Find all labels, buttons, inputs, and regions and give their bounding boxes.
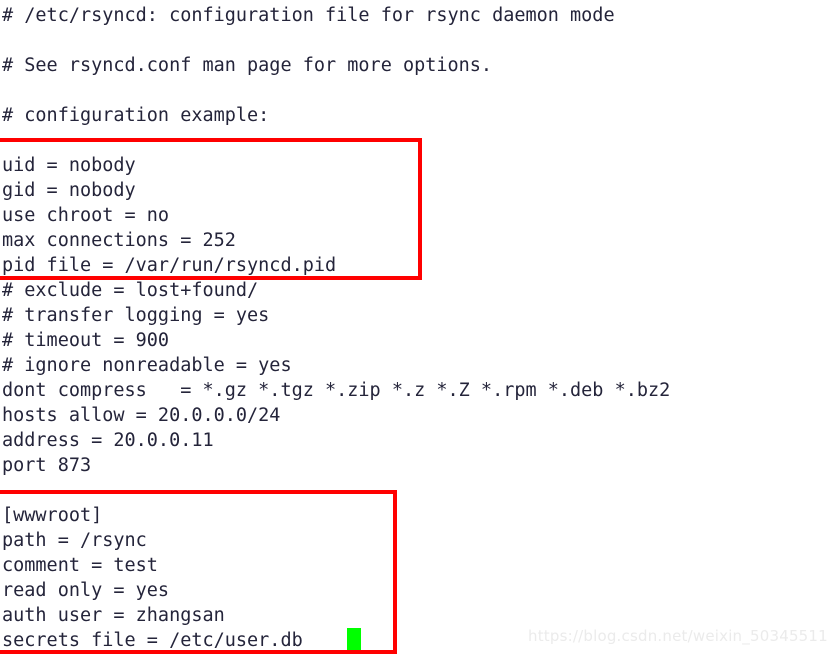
config-line: secrets file = /etc/user.db	[2, 630, 303, 651]
config-line: # ignore nonreadable = yes	[2, 355, 292, 376]
watermark-text: https://blog.csdn.net/weixin_50345511	[528, 627, 828, 645]
config-line: dont compress = *.gz *.tgz *.zip *.z *.Z…	[2, 380, 671, 401]
config-line: read only = yes	[2, 580, 170, 601]
config-line: path = /rsync	[2, 530, 147, 551]
config-line: # /etc/rsyncd: configuration file for rs…	[2, 5, 615, 26]
config-line: [wwwroot]	[2, 505, 103, 526]
config-line: # See rsyncd.conf man page for more opti…	[2, 55, 493, 76]
config-line: # transfer logging = yes	[2, 305, 270, 326]
config-line: auth user = zhangsan	[2, 605, 225, 626]
config-line: gid = nobody	[2, 180, 136, 201]
config-line: pid file = /var/run/rsyncd.pid	[2, 255, 337, 276]
config-line: address = 20.0.0.11	[2, 430, 214, 451]
config-line: comment = test	[2, 555, 158, 576]
config-line: max connections = 252	[2, 230, 236, 251]
config-line: # exclude = lost+found/	[2, 280, 259, 301]
config-line: # configuration example:	[2, 105, 270, 126]
config-line: uid = nobody	[2, 155, 136, 176]
config-text-area[interactable]: # /etc/rsyncd: configuration file for rs…	[0, 0, 834, 654]
rsyncd-conf-screen: # /etc/rsyncd: configuration file for rs…	[0, 0, 834, 654]
config-line: # timeout = 900	[2, 330, 170, 351]
config-line: port 873	[2, 455, 92, 476]
config-line: use chroot = no	[2, 205, 170, 226]
text-cursor	[347, 628, 361, 650]
config-line: hosts allow = 20.0.0.0/24	[2, 405, 281, 426]
